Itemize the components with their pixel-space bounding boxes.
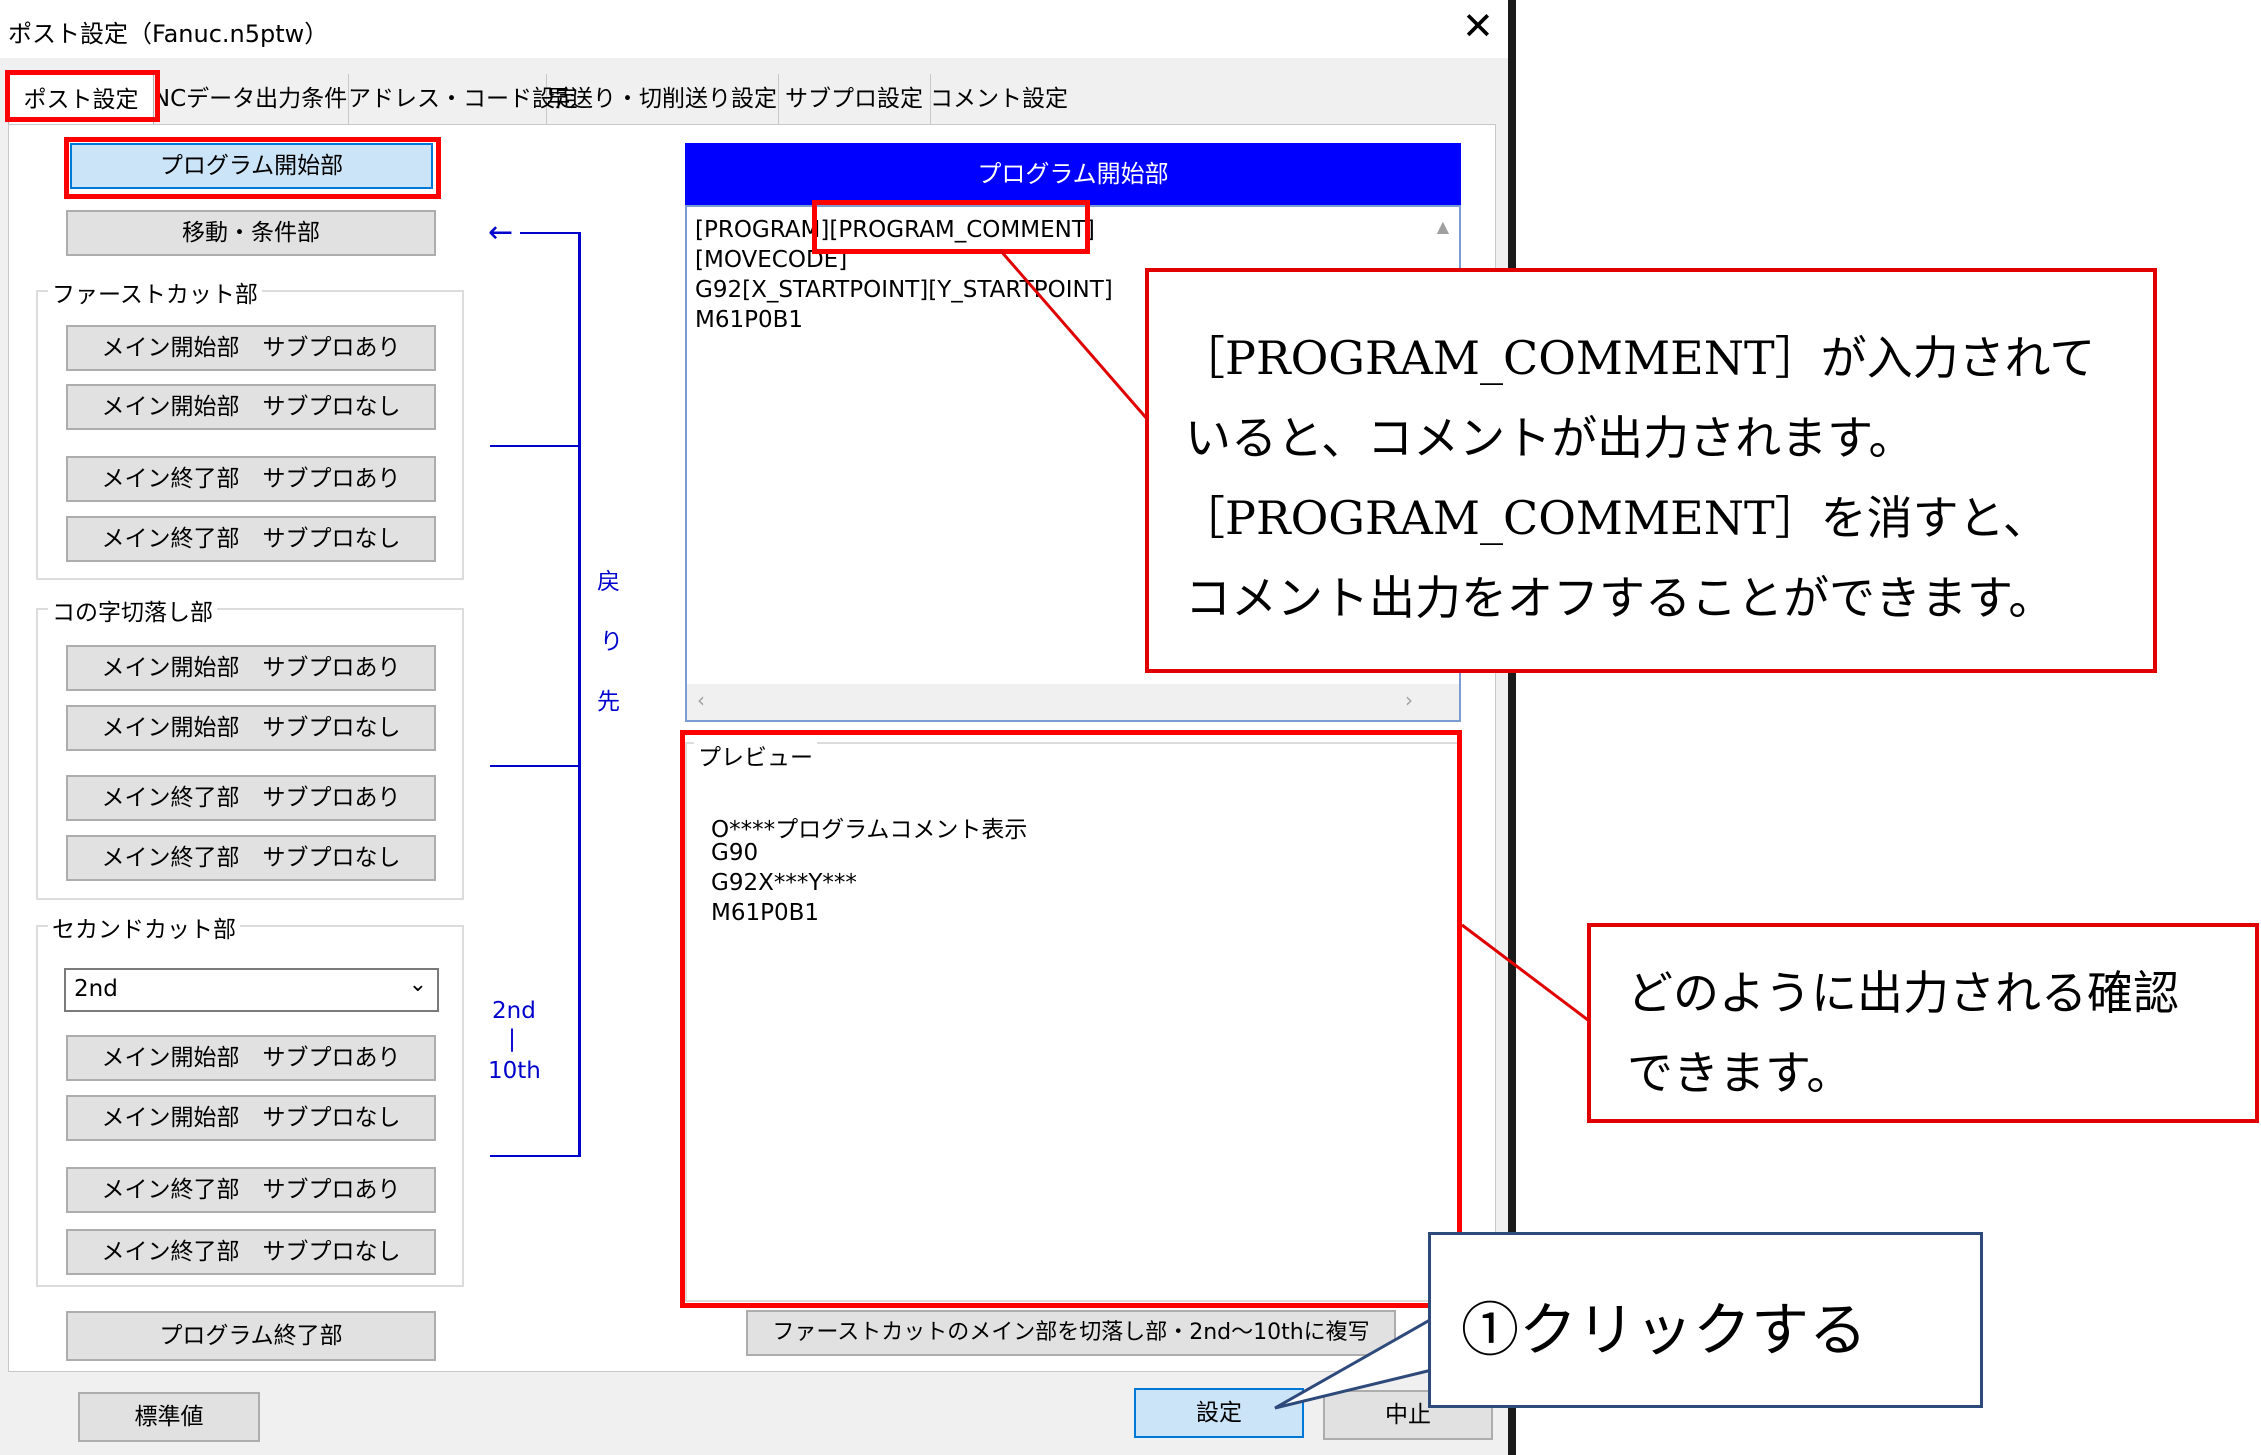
comment-callout-line: ［PROGRAM_COMMENT］を消すと、	[1179, 491, 2049, 545]
click-callout-text: ①クリックする	[1461, 1296, 1868, 1364]
comment-callout-line: ［PROGRAM_COMMENT］が入力されて	[1179, 331, 2096, 385]
preview-callout-line: できます。	[1627, 1046, 1853, 1100]
comment-callout-line: いると、コメントが出力されます。	[1185, 411, 1915, 465]
comment-callout: ［PROGRAM_COMMENT］が入力されて いると、コメントが出力されます。…	[1145, 268, 2157, 673]
preview-callout-line: どのように出力される確認	[1627, 966, 2179, 1020]
comment-callout-line: コメント出力をオフすることができます。	[1185, 571, 2055, 625]
preview-callout: どのように出力される確認 できます。	[1587, 923, 2259, 1123]
click-callout: ①クリックする	[1428, 1232, 1983, 1408]
